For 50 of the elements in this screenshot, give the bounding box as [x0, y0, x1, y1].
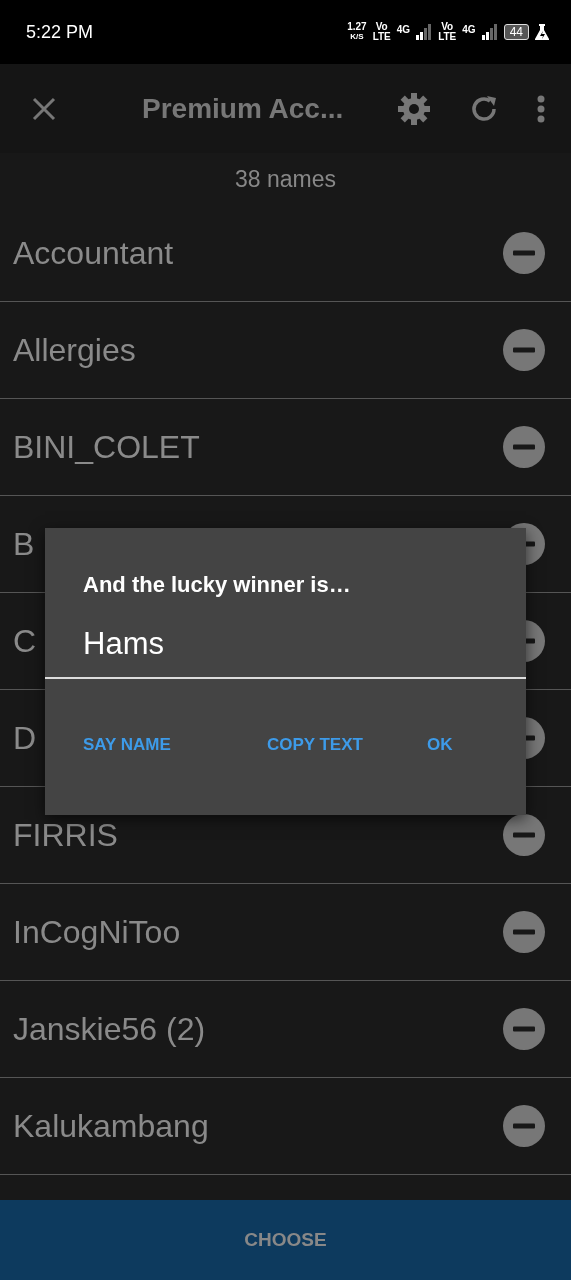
minus-icon — [503, 1008, 545, 1050]
remove-button[interactable] — [503, 911, 545, 953]
name-text: Accountant — [13, 234, 174, 272]
name-text: InCogNiToo — [13, 913, 181, 951]
minus-icon — [503, 232, 545, 274]
volte-label: Vo LTE — [438, 22, 457, 42]
refresh-button[interactable] — [469, 93, 499, 124]
signal-icon — [416, 24, 433, 40]
refresh-icon — [469, 93, 499, 124]
dialog-button[interactable]: SAY NAME — [71, 727, 183, 763]
settings-icon — [397, 91, 431, 126]
name-text: C — [13, 622, 37, 660]
signal-icon — [481, 24, 498, 40]
battery-level: 44 — [503, 24, 529, 40]
remove-button[interactable] — [503, 1008, 545, 1050]
flask-icon — [535, 24, 549, 40]
remove-button[interactable] — [503, 1105, 545, 1147]
close-icon — [32, 96, 56, 121]
name-text: FIRRIS — [13, 816, 118, 854]
network-type: 4G — [462, 24, 476, 35]
winner-field[interactable]: Hams — [45, 626, 526, 679]
name-text: Janskie56 (2) — [13, 1010, 206, 1048]
name-text: Allergies — [13, 331, 136, 369]
name-text: BINI_COLET — [13, 428, 200, 466]
remove-button[interactable] — [503, 232, 545, 274]
remove-button[interactable] — [503, 426, 545, 468]
more-icon — [537, 94, 545, 123]
dialog-button[interactable]: COPY TEXT — [254, 727, 375, 763]
remove-button[interactable] — [503, 329, 545, 371]
dialog-button[interactable]: OK — [414, 727, 465, 763]
clock-time: 5:22 PM — [26, 21, 94, 43]
minus-icon — [503, 911, 545, 953]
settings-button[interactable] — [397, 91, 431, 126]
minus-icon — [503, 329, 545, 371]
name-count: 38 names — [235, 165, 336, 193]
minus-icon — [503, 814, 545, 856]
choose-button[interactable]: CHOOSE — [0, 1200, 571, 1280]
network-speed: 1.27 K/S — [347, 22, 367, 42]
minus-icon — [503, 1105, 545, 1147]
more-button[interactable] — [537, 94, 545, 123]
volte-label: Vo LTE — [372, 22, 391, 42]
network-type: 4G — [396, 24, 411, 35]
name-text: Kalukambang — [13, 1107, 209, 1145]
close-button[interactable] — [32, 96, 56, 121]
remove-button[interactable] — [503, 814, 545, 856]
name-text: D — [13, 719, 37, 757]
toolbar-title: Premium Acc... — [142, 92, 345, 125]
dialog-title: And the lucky winner is… — [82, 571, 352, 598]
name-text: B — [13, 525, 35, 563]
minus-icon — [503, 426, 545, 468]
